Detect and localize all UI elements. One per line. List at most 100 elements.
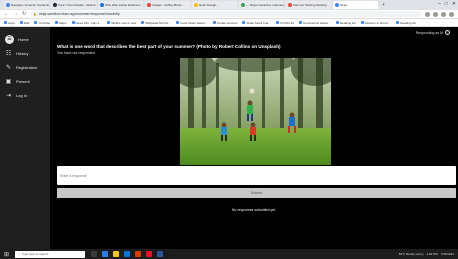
tab-label: Navigate | Amazon Credentials… bbox=[11, 3, 49, 7]
forward-arrow-icon[interactable]: → bbox=[13, 11, 18, 17]
new-tab-button[interactable]: + bbox=[382, 2, 385, 8]
sidebar-item-registration[interactable]: ✎ Registration bbox=[0, 60, 50, 74]
tab-favicon-icon bbox=[6, 3, 10, 7]
bookmark-item[interactable]: Color Mode Select… bbox=[176, 21, 208, 25]
bookmark-label: Mail bbox=[23, 20, 30, 25]
bookmark-favicon-icon bbox=[276, 21, 280, 24]
sidebar-item-login[interactable]: ⇥ Log In bbox=[0, 88, 50, 102]
tab-label: Ninja… bbox=[340, 3, 350, 7]
window-controls: – □ ✕ bbox=[438, 1, 456, 7]
bookmark-label: COVID-19 bbox=[280, 20, 294, 25]
taskbar-app-icon[interactable] bbox=[157, 251, 164, 257]
bookmark-item[interactable]: What's new in now bbox=[107, 21, 136, 25]
home-icon: ☰ bbox=[5, 34, 14, 44]
bookmark-favicon-icon bbox=[212, 21, 216, 24]
bookmark-item[interactable]: News 101 - Day 1… bbox=[71, 20, 103, 25]
bookmark-item[interactable]: Reading list bbox=[335, 20, 356, 25]
browser-tabbar: Navigate | Amazon Credentials… Topic / Po… bbox=[0, 0, 458, 10]
bookmark-item[interactable]: Scale Stock Ima… bbox=[242, 21, 271, 25]
taskbar-app-icon[interactable] bbox=[124, 251, 131, 257]
windows-taskbar: ⊞ ⌕ Type here to search 83°F Mostly sunn… bbox=[0, 249, 458, 259]
sidebar: ☰ Home ☷ History ✎ Registration ▣ Presen… bbox=[0, 27, 50, 249]
bookmark-item[interactable]: Apps bbox=[4, 21, 15, 25]
bookmark-favicon-icon bbox=[360, 21, 364, 24]
bookmark-label: Reading list bbox=[339, 20, 356, 25]
response-input[interactable] bbox=[57, 166, 456, 185]
sidebar-item-label: Registration bbox=[16, 64, 38, 70]
bookmark-item[interactable]: YouTube bbox=[34, 21, 50, 25]
question-photo bbox=[180, 58, 331, 165]
browser-tab[interactable]: Ninja… bbox=[333, 1, 378, 9]
bookmark-favicon-icon bbox=[34, 21, 38, 24]
bookmark-item[interactable]: COVID-19 bbox=[276, 21, 294, 25]
bookmark-item[interactable]: Wikipedia Tell No… bbox=[141, 21, 171, 25]
bookmark-label: Maps bbox=[59, 20, 67, 25]
sidebar-item-label: History bbox=[16, 50, 29, 56]
browser-tab[interactable]: Hotel Design… bbox=[192, 1, 237, 9]
menu-dots-icon[interactable] bbox=[449, 11, 454, 17]
bookmark-label: Create Account bbox=[216, 20, 238, 25]
tab-favicon-icon bbox=[241, 3, 245, 7]
clock-time[interactable]: 4:02 PM bbox=[426, 252, 437, 256]
taskbar-app-icon[interactable] bbox=[146, 251, 153, 257]
bookmark-label: Coronavirus status… bbox=[302, 20, 331, 25]
bookmark-label: Reading list bbox=[400, 20, 416, 25]
star-icon[interactable] bbox=[425, 11, 430, 17]
bookmark-favicon-icon bbox=[4, 21, 7, 24]
browser-tab[interactable]: Summer Starting Starting… bbox=[286, 1, 331, 9]
bookmark-label: News 101 - Day 1… bbox=[75, 20, 103, 25]
browser-tab[interactable]: — Ninja Interactive Learning… bbox=[239, 1, 284, 9]
bookmark-item[interactable]: Reading list bbox=[396, 21, 416, 25]
submit-button[interactable]: Submit bbox=[57, 188, 456, 198]
bookmarks-bar: Apps Mail YouTube Maps News 101 - Day 1… What… bbox=[0, 19, 458, 27]
taskbar-search[interactable]: ⌕ Type here to search bbox=[15, 250, 86, 258]
bookmark-favicon-icon bbox=[19, 21, 23, 24]
taskbar-app-icon[interactable] bbox=[135, 251, 142, 257]
bookmark-item[interactable]: Create Account bbox=[212, 20, 238, 25]
profile-avatar-icon[interactable] bbox=[441, 11, 446, 17]
bookmark-item[interactable]: Pearson & Stronz… bbox=[360, 20, 392, 25]
sidebar-item-home[interactable]: ☰ Home bbox=[0, 32, 50, 46]
taskbar-app-icon[interactable] bbox=[113, 251, 120, 257]
url-text: ninja.sandbox.learn.app/summer/response/… bbox=[38, 12, 120, 16]
tab-favicon-icon bbox=[288, 3, 292, 7]
extension-icons bbox=[425, 11, 454, 17]
bookmark-favicon-icon bbox=[242, 21, 246, 24]
tab-favicon-icon bbox=[100, 3, 104, 7]
system-tray: 83°F Mostly sunny 4:02 PM 7/26/2021 bbox=[399, 252, 454, 256]
main-content: Responding as M ? What is one word that … bbox=[50, 27, 458, 249]
browser-tab[interactable]: Topic / Post Details - GitHub… bbox=[51, 1, 96, 9]
bookmark-favicon-icon bbox=[141, 21, 145, 24]
clock-date[interactable]: 7/26/2021 bbox=[441, 252, 454, 256]
sidebar-item-history[interactable]: ☷ History bbox=[0, 46, 50, 60]
bookmark-favicon-icon bbox=[396, 21, 400, 24]
bookmark-item[interactable]: Coronavirus status… bbox=[298, 20, 331, 25]
reload-icon[interactable]: ↻ bbox=[22, 11, 26, 17]
help-icon[interactable]: ? bbox=[445, 30, 450, 35]
bookmark-item[interactable]: Mail bbox=[19, 20, 30, 25]
bookmark-label: What's new in now bbox=[111, 20, 137, 25]
close-icon[interactable]: ✕ bbox=[452, 1, 456, 7]
url-field[interactable]: 🔒 ninja.sandbox.learn.app/summer/respons… bbox=[30, 11, 421, 17]
history-icon: ☷ bbox=[5, 50, 12, 57]
extension-icon[interactable] bbox=[433, 11, 438, 17]
minimize-icon[interactable]: – bbox=[438, 1, 441, 7]
sidebar-item-label: Log In bbox=[16, 92, 28, 98]
no-responses-text: No responses submitted yet. bbox=[231, 208, 277, 212]
taskbar-app-icon[interactable] bbox=[102, 251, 109, 257]
weather-text[interactable]: 83°F Mostly sunny bbox=[399, 252, 424, 256]
back-arrow-icon[interactable]: ← bbox=[4, 11, 9, 17]
responding-as[interactable]: Responding as M ? bbox=[416, 30, 450, 35]
bookmark-favicon-icon bbox=[176, 21, 180, 24]
browser-tab[interactable]: Navigate | Amazon Credentials… bbox=[4, 1, 49, 9]
bookmark-item[interactable]: Maps bbox=[55, 20, 67, 25]
sidebar-item-present[interactable]: ▣ Present bbox=[0, 74, 50, 88]
maximize-icon[interactable]: □ bbox=[445, 1, 448, 7]
browser-tab[interactable]: Images - Ashley Brant… bbox=[145, 1, 190, 9]
bookmark-label: Pearson & Stronz… bbox=[364, 20, 392, 25]
browser-tab[interactable]: Who Was Jackie Robinson… bbox=[98, 1, 143, 9]
taskbar-app-icon[interactable] bbox=[91, 251, 98, 257]
login-icon: ⇥ bbox=[5, 92, 12, 99]
windows-start-icon[interactable]: ⊞ bbox=[4, 251, 9, 258]
tab-favicon-icon bbox=[53, 3, 57, 7]
